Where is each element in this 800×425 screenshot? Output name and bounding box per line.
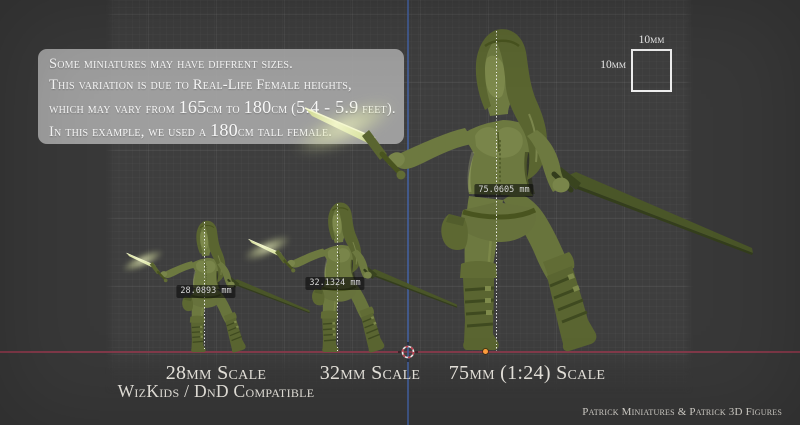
scale-label-75mm: 75mm (1:24) Scale — [449, 362, 606, 385]
measure-badge-28mm: 28.0893 mm — [176, 285, 235, 298]
scale-label-32mm: 32mm Scale — [320, 362, 421, 385]
measure-badge-32mm: 32.1324 mm — [305, 277, 364, 290]
compatibility-label: WizKids / DnD Compatible — [118, 381, 315, 402]
credit-text: Patrick Miniatures & Patrick 3D Figures — [582, 406, 782, 418]
object-origin-dot — [483, 349, 488, 354]
viewport-3d[interactable]: Some miniatures may have diffrent sizes.… — [0, 0, 800, 425]
measure-badge-75mm: 75.0605 mm — [474, 184, 533, 197]
cursor-3d — [398, 342, 418, 362]
